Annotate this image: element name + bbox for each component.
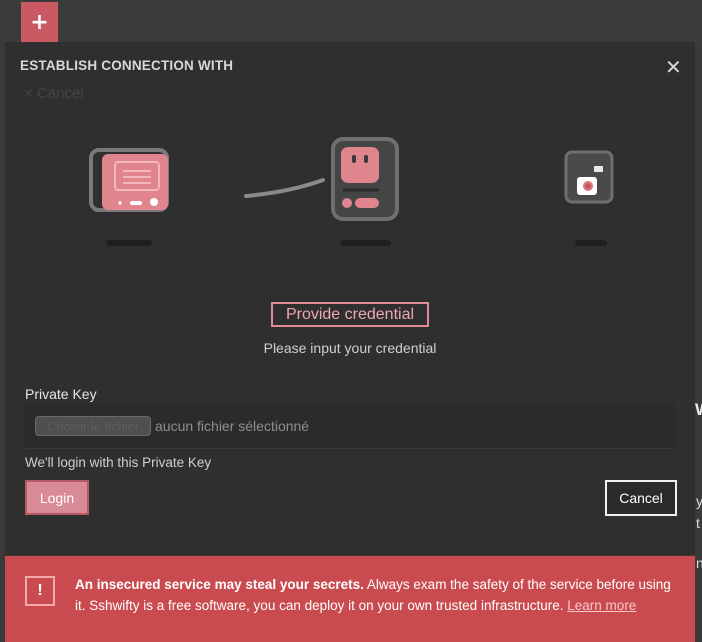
learn-more-link[interactable]: Learn more xyxy=(567,598,636,613)
step-subtitle: Please input your credential xyxy=(263,340,437,356)
background-text-fragment: n xyxy=(696,555,702,571)
file-status-text: aucun fichier sélectionné xyxy=(155,418,310,434)
connection-line xyxy=(244,178,325,198)
server-device-icon xyxy=(331,137,399,246)
warning-icon: ! xyxy=(25,576,55,606)
background-text-fragment: y xyxy=(696,493,702,509)
remote-device-icon xyxy=(564,150,614,246)
warning-bold-text: An insecured service may steal your secr… xyxy=(75,577,364,592)
private-key-file-field: Choisir le fichier aucun fichier sélecti… xyxy=(25,404,675,449)
connection-diagram xyxy=(89,137,614,246)
background-text-fragment: t xyxy=(696,515,700,531)
top-bar xyxy=(0,0,702,42)
login-button[interactable]: Login xyxy=(25,480,89,515)
background-text-fragment: W xyxy=(695,400,702,420)
security-warning-banner: ! An insecured service may steal your se… xyxy=(5,556,695,642)
private-key-label: Private Key xyxy=(25,386,97,402)
step-title: Provide credential xyxy=(271,302,429,327)
client-device-icon xyxy=(89,148,169,246)
help-text: We'll login with this Private Key xyxy=(25,455,212,470)
choose-file-button[interactable]: Choisir le fichier xyxy=(35,416,151,436)
warning-message: An insecured service may steal your secr… xyxy=(75,574,685,616)
connection-dialog: ESTABLISH CONNECTION WITH ✕ × Cancel Pro… xyxy=(5,42,695,555)
cancel-button[interactable]: Cancel xyxy=(605,480,677,516)
add-connection-button[interactable]: + xyxy=(21,2,58,42)
